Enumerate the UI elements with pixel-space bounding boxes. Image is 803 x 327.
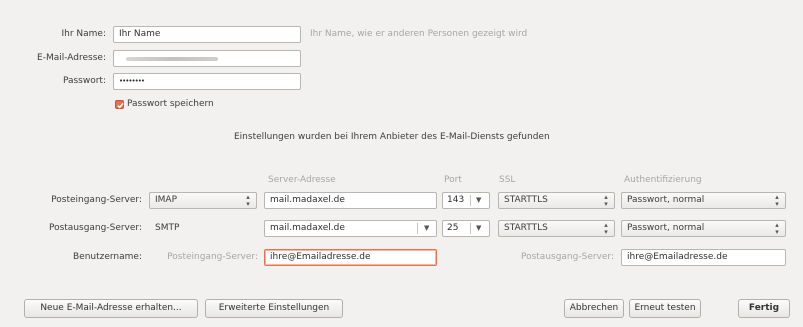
password-label: Passwort: [62, 76, 106, 86]
spinner-arrows-icon: ▴ ▾ [604, 221, 608, 236]
incoming-address-input[interactable]: mail.madaxel.de [264, 192, 437, 209]
port-header: Port [444, 175, 462, 185]
server-address-header: Server-Adresse [268, 175, 336, 185]
password-input[interactable]: •••••••• [113, 73, 301, 90]
incoming-protocol-select[interactable]: IMAP ▴ ▾ [149, 192, 257, 209]
done-button[interactable]: Fertig [738, 299, 790, 318]
outgoing-address-combo[interactable]: mail.madaxel.de ▼ [264, 220, 437, 237]
spinner-arrows-icon: ▴ ▾ [246, 193, 250, 208]
username-incoming-label: Posteingang-Server: [167, 252, 258, 262]
incoming-protocol-value: IMAP [155, 195, 178, 205]
outgoing-ssl-value: STARTTLS [504, 223, 548, 233]
username-outgoing-label: Postausgang-Server: [520, 252, 614, 262]
incoming-server-label: Posteingang-Server: [51, 195, 142, 205]
outgoing-protocol-value: SMTP [155, 223, 180, 233]
incoming-auth-value: Passwort, normal [627, 195, 705, 205]
status-message: Einstellungen wurden bei Ihrem Anbieter … [234, 132, 550, 142]
chevron-down-icon: ▼ [424, 224, 430, 232]
outgoing-ssl-select[interactable]: STARTTLS ▴ ▾ [498, 220, 615, 237]
outgoing-auth-select[interactable]: Passwort, normal ▴ ▾ [621, 220, 786, 237]
checkmark-icon [117, 102, 124, 109]
outgoing-address-value: mail.madaxel.de [270, 223, 345, 233]
outgoing-server-label: Postausgang-Server: [48, 223, 142, 233]
chevron-down-icon: ▼ [476, 196, 482, 204]
name-hint: Ihr Name, wie er anderen Personen gezeig… [310, 29, 528, 39]
auth-header: Authentifizierung [624, 175, 702, 185]
email-label: E-Mail-Adresse: [37, 53, 106, 63]
cancel-button[interactable]: Abbrechen [564, 299, 624, 318]
advanced-settings-button[interactable]: Erweiterte Einstellungen [205, 299, 343, 318]
ssl-header: SSL [499, 175, 516, 185]
incoming-port-value: 143 [447, 195, 465, 205]
remember-password-label[interactable]: Passwort speichern [127, 97, 214, 111]
outgoing-auth-value: Passwort, normal [627, 223, 705, 233]
incoming-ssl-select[interactable]: STARTTLS ▴ ▾ [498, 192, 615, 209]
email-blurred-value [126, 57, 218, 61]
incoming-auth-select[interactable]: Passwort, normal ▴ ▾ [621, 192, 786, 209]
username-outgoing-input[interactable]: ihre@Emailadresse.de [621, 249, 786, 266]
email-input[interactable] [113, 50, 301, 67]
username-incoming-input[interactable]: ihre@Emailadresse.de [264, 249, 437, 266]
incoming-ssl-value: STARTTLS [504, 195, 548, 205]
spinner-arrows-icon: ▴ ▾ [775, 193, 779, 208]
chevron-down-icon: ▼ [476, 224, 482, 232]
name-label: Ihr Name: [61, 29, 106, 39]
retest-button[interactable]: Erneut testen [629, 299, 701, 318]
spinner-arrows-icon: ▴ ▾ [604, 193, 608, 208]
outgoing-port-value: 25 [447, 223, 459, 233]
name-input[interactable]: Ihr Name [113, 26, 301, 43]
spinner-arrows-icon: ▴ ▾ [775, 221, 779, 236]
username-label: Benutzername: [72, 252, 142, 262]
incoming-port-combo[interactable]: 143 ▼ [442, 192, 490, 209]
outgoing-port-combo[interactable]: 25 ▼ [442, 220, 490, 237]
remember-password-checkbox[interactable] [115, 100, 124, 109]
new-email-address-button[interactable]: Neue E-Mail-Adresse erhalten... [24, 299, 198, 318]
